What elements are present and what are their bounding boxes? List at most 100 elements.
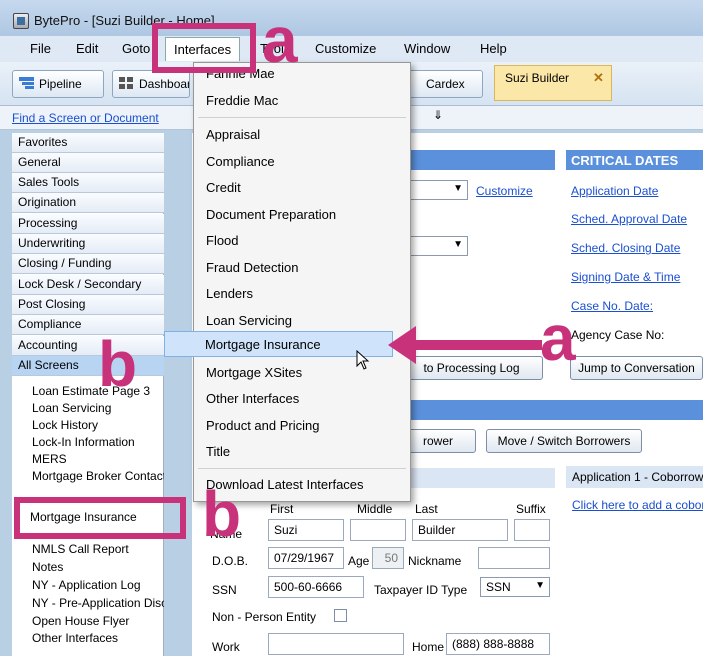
menu-goto[interactable]: Goto: [122, 41, 150, 56]
menu-item-fraud-detection[interactable]: Fraud Detection: [206, 260, 299, 275]
nickname-label: Nickname: [408, 554, 462, 568]
nav-category-accounting[interactable]: Accounting: [12, 336, 164, 356]
taxpayer-id-type-value: SSN: [486, 580, 511, 594]
nav-category-closing-funding[interactable]: Closing / Funding: [12, 254, 164, 274]
home-phone-field[interactable]: (888) 888-8888: [446, 633, 550, 655]
mouse-cursor-icon: [356, 350, 370, 370]
screen-item[interactable]: Open House Flyer: [32, 614, 164, 628]
menu-item-freddie-mac[interactable]: Freddie Mac: [206, 93, 278, 108]
screen-item[interactable]: Mortgage Broker Contact: [32, 469, 164, 483]
move-switch-borrowers-button[interactable]: Move / Switch Borrowers: [486, 429, 642, 453]
cardex-label: Cardex: [426, 77, 465, 91]
jump-to-processing-log-button[interactable]: to Processing Log: [400, 356, 543, 380]
annotation-label-a-top: a: [262, 4, 298, 76]
screen-item[interactable]: NY - Application Log: [32, 578, 164, 592]
annotation-box-interfaces: [152, 23, 256, 73]
pipeline-button[interactable]: Pipeline: [12, 70, 104, 98]
first-name-field[interactable]: Suzi: [268, 519, 344, 541]
first-name-col-label: First: [270, 502, 294, 516]
age-label: Age: [348, 554, 370, 568]
age-field: 50: [372, 547, 404, 569]
nav-category-compliance[interactable]: Compliance: [12, 315, 164, 335]
screen-item[interactable]: Lock History: [32, 418, 164, 432]
case-no-date-link[interactable]: Case No. Date:: [571, 299, 653, 313]
chevron-down-icon: ▼: [535, 580, 545, 591]
screen-item[interactable]: NY - Pre-Application Disclosure: [32, 596, 164, 610]
screen-item[interactable]: MERS: [32, 452, 164, 466]
scroll-down-icon[interactable]: ⇓: [433, 108, 443, 122]
work-phone-field[interactable]: [268, 633, 404, 655]
menu-item-mortgage-insurance-label: Mortgage Insurance: [205, 337, 321, 352]
menu-item-flood[interactable]: Flood: [206, 233, 239, 248]
screen-item[interactable]: Notes: [32, 560, 164, 574]
menu-item-mortgage-xsites[interactable]: Mortgage XSites: [206, 365, 302, 380]
middle-name-field[interactable]: [350, 519, 406, 541]
interfaces-menu: Fannie Mae Freddie Mac Appraisal Complia…: [193, 62, 411, 502]
nav-category-processing[interactable]: Processing: [12, 214, 164, 234]
cardex-button[interactable]: Cardex: [405, 70, 483, 98]
menu-item-title[interactable]: Title: [206, 444, 230, 459]
pipeline-label: Pipeline: [39, 77, 82, 91]
nav-category-sales-tools[interactable]: Sales Tools: [12, 173, 164, 193]
dob-field[interactable]: 07/29/1967: [268, 547, 344, 569]
nav-category-lock-desk[interactable]: Lock Desk / Secondary: [12, 275, 164, 295]
left-nav: Favorites General Sales Tools Originatio…: [12, 133, 164, 656]
suffix-field[interactable]: [514, 519, 550, 541]
application-date-link[interactable]: Application Date: [571, 184, 658, 198]
jump-to-conversation-button[interactable]: Jump to Conversation: [570, 356, 703, 380]
screen-item[interactable]: Loan Servicing: [32, 401, 164, 415]
work-phone-label: Work: [212, 640, 240, 654]
nav-category-all-screens[interactable]: All Screens: [12, 356, 164, 376]
menu-item-loan-servicing[interactable]: Loan Servicing: [206, 313, 292, 328]
nav-category-origination[interactable]: Origination: [12, 193, 164, 213]
menu-item-lenders[interactable]: Lenders: [206, 286, 253, 301]
add-coborrower-link[interactable]: Click here to add a coborrower: [572, 498, 703, 512]
nav-category-favorites[interactable]: Favorites: [12, 133, 164, 153]
menu-edit[interactable]: Edit: [76, 41, 98, 56]
menu-customize[interactable]: Customize: [315, 41, 376, 56]
loan-tab-label: Suzi Builder: [505, 71, 570, 85]
menu-help[interactable]: Help: [480, 41, 507, 56]
loan-tab-suzi-builder[interactable]: Suzi Builder ✕: [494, 65, 612, 101]
last-name-field[interactable]: Builder: [412, 519, 508, 541]
signing-date-link[interactable]: Signing Date & Time: [571, 270, 680, 284]
suffix-col-label: Suffix: [516, 502, 546, 516]
menu-item-credit[interactable]: Credit: [206, 180, 241, 195]
non-person-entity-checkbox[interactable]: [334, 609, 347, 622]
annotation-label-b-left: b: [98, 328, 138, 400]
customize-link[interactable]: Customize: [476, 184, 533, 198]
chevron-down-icon: ▼: [453, 239, 463, 250]
sched-approval-date-link[interactable]: Sched. Approval Date: [571, 212, 687, 226]
sched-closing-date-link[interactable]: Sched. Closing Date: [571, 241, 680, 255]
taxpayer-id-type-select[interactable]: SSN ▼: [480, 577, 550, 597]
menu-item-appraisal[interactable]: Appraisal: [206, 127, 260, 142]
ssn-label: SSN: [212, 583, 237, 597]
nav-category-underwriting[interactable]: Underwriting: [12, 234, 164, 254]
application-header-bar: [395, 468, 555, 488]
menu-item-product-and-pricing[interactable]: Product and Pricing: [206, 418, 319, 433]
section-header-bar: [395, 400, 703, 420]
borrower-button[interactable]: rower: [400, 429, 476, 453]
nickname-field[interactable]: [478, 547, 550, 569]
menu-item-other-interfaces[interactable]: Other Interfaces: [206, 391, 299, 406]
last-name-col-label: Last: [415, 502, 438, 516]
screen-item[interactable]: Other Interfaces: [32, 631, 164, 645]
screen-item[interactable]: Lock-In Information: [32, 435, 164, 449]
title-bar: BytePro - [Suzi Builder - Home]: [0, 0, 703, 36]
close-icon[interactable]: ✕: [593, 70, 604, 86]
menu-item-document-preparation[interactable]: Document Preparation: [206, 207, 336, 222]
chevron-down-icon: ▼: [453, 183, 463, 194]
menu-file[interactable]: File: [30, 41, 51, 56]
nav-category-post-closing[interactable]: Post Closing: [12, 295, 164, 315]
dashboard-icon: [119, 77, 133, 89]
menu-window[interactable]: Window: [404, 41, 450, 56]
annotation-label-b-bottom: b: [202, 478, 242, 550]
ssn-field[interactable]: 500-60-6666: [268, 576, 364, 598]
screen-item[interactable]: NMLS Call Report: [32, 542, 164, 556]
menu-item-compliance[interactable]: Compliance: [206, 154, 275, 169]
nav-category-general[interactable]: General: [12, 153, 164, 173]
dashboard-button[interactable]: Dashboard: [112, 70, 190, 98]
find-screen-link[interactable]: Find a Screen or Document: [12, 111, 162, 125]
menu-bar: File Edit Goto Interfaces Tools Customiz…: [0, 36, 703, 62]
critical-dates-title: CRITICAL DATES: [571, 153, 679, 168]
